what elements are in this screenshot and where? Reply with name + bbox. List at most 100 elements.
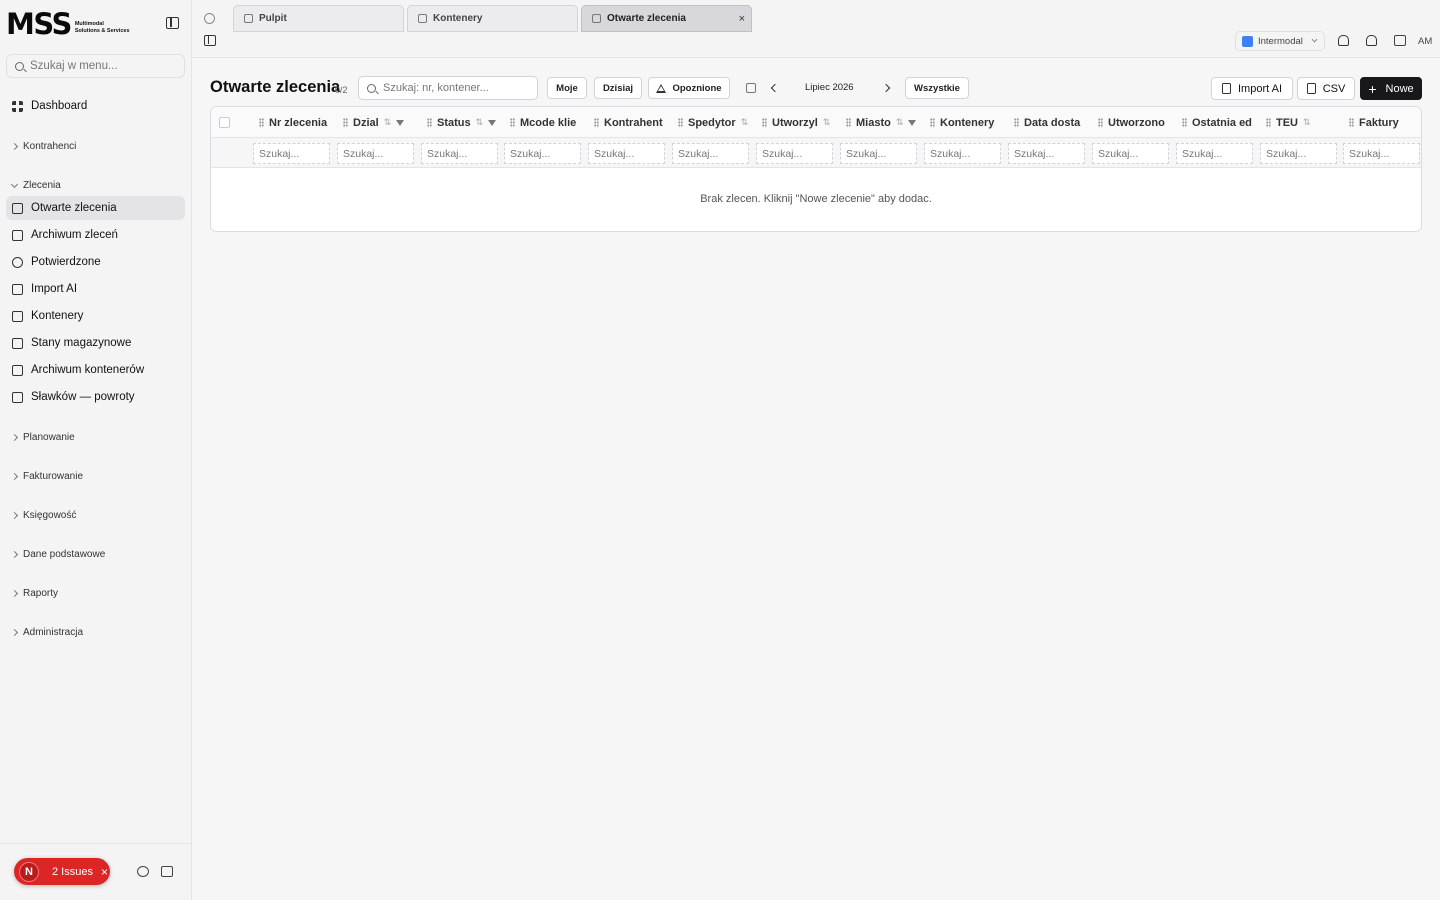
column-header[interactable]: Miasto ⇅: [842, 107, 920, 138]
filter-icon[interactable]: [396, 119, 405, 126]
tab-kontenery[interactable]: Kontenery: [407, 5, 578, 32]
notification-icon[interactable]: [1366, 35, 1377, 46]
calendar-icon[interactable]: [746, 83, 756, 93]
message-icon[interactable]: [1394, 35, 1406, 46]
sidebar-group-fakturowanie[interactable]: Fakturowanie: [10, 471, 83, 482]
column-filter-input[interactable]: Szukaj...: [1008, 143, 1085, 164]
column-header[interactable]: Kontenery: [926, 107, 1004, 138]
sidebar-group-ksiegowosc[interactable]: Księgowość: [10, 510, 76, 521]
column-filter-input[interactable]: Szukaj...: [1260, 143, 1337, 164]
drag-handle-icon[interactable]: [1349, 118, 1354, 127]
filter-dzisiaj-button[interactable]: Dzisiaj: [594, 77, 642, 99]
sidebar-item-stany-magazynowe[interactable]: Stany magazynowe: [6, 331, 185, 355]
column-header[interactable]: Faktury: [1345, 107, 1421, 138]
sidebar-item-potwierdzone[interactable]: Potwierdzone: [6, 250, 185, 274]
archive-icon: [12, 391, 23, 403]
drag-handle-icon[interactable]: [1014, 118, 1019, 127]
drag-handle-icon[interactable]: [510, 118, 515, 127]
sidebar-group-kontrahenci[interactable]: Kontrahenci: [10, 141, 76, 152]
history-icon[interactable]: [204, 13, 215, 24]
import-ai-button[interactable]: Import AI: [1211, 77, 1293, 100]
menu-search-input[interactable]: Szukaj w menu...: [6, 54, 185, 78]
filter-opoznione-button[interactable]: Opoznione: [648, 77, 730, 99]
filter-wszystkie-button[interactable]: Wszystkie: [905, 77, 969, 99]
column-header[interactable]: Kontrahent: [590, 107, 668, 138]
order-search-input[interactable]: Szukaj: nr, kontener...: [358, 76, 538, 100]
drag-handle-icon[interactable]: [762, 118, 767, 127]
column-filter-input[interactable]: Szukaj...: [588, 143, 665, 164]
sidebar-item-otwarte-zlecenia[interactable]: Otwarte zlecenia: [6, 196, 185, 220]
sidebar-group-dane-podstawowe[interactable]: Dane podstawowe: [10, 549, 105, 560]
issues-badge[interactable]: N 2 Issues ×: [14, 858, 110, 885]
sort-icon[interactable]: ⇅: [476, 117, 484, 128]
column-filter-input[interactable]: Szukaj...: [421, 143, 498, 164]
column-filter-input[interactable]: Szukaj...: [1176, 143, 1253, 164]
drag-handle-icon[interactable]: [678, 118, 683, 127]
sort-icon[interactable]: ⇅: [1303, 117, 1311, 128]
column-filter-input[interactable]: Szukaj...: [756, 143, 833, 164]
camera-icon[interactable]: [137, 866, 149, 877]
filter-icon[interactable]: [908, 119, 917, 126]
drag-handle-icon[interactable]: [259, 118, 264, 127]
sidebar-group-zlecenia[interactable]: Zlecenia: [10, 180, 61, 191]
drag-handle-icon[interactable]: [343, 118, 348, 127]
column-filter-input[interactable]: Szukaj...: [1343, 143, 1420, 164]
column-header[interactable]: TEU ⇅: [1262, 107, 1340, 138]
filter-icon[interactable]: [488, 119, 497, 126]
sort-icon[interactable]: ⇅: [823, 117, 831, 128]
sidebar-toggle-icon[interactable]: [166, 17, 179, 29]
sidebar-group-administracja[interactable]: Administracja: [10, 627, 83, 638]
prev-month-icon[interactable]: [770, 83, 780, 93]
csv-button[interactable]: CSV: [1297, 77, 1355, 100]
filter-moje-button[interactable]: Moje: [547, 77, 587, 99]
sidebar-item-import-ai[interactable]: Import AI: [6, 277, 185, 301]
sidebar-group-raporty[interactable]: Raporty: [10, 588, 58, 599]
drag-handle-icon[interactable]: [1266, 118, 1271, 127]
column-header[interactable]: Dzial ⇅: [339, 107, 417, 138]
column-header[interactable]: Ostatnia ed: [1178, 107, 1256, 138]
sort-icon[interactable]: ⇅: [741, 117, 749, 128]
next-month-icon[interactable]: [881, 83, 891, 93]
user-avatar[interactable]: AM: [1418, 36, 1432, 47]
tab-pulpit[interactable]: Pulpit: [233, 5, 404, 32]
drag-handle-icon[interactable]: [594, 118, 599, 127]
drag-handle-icon[interactable]: [846, 118, 851, 127]
column-filter-input[interactable]: Szukaj...: [1092, 143, 1169, 164]
close-icon[interactable]: ×: [101, 865, 108, 879]
drag-handle-icon[interactable]: [1098, 118, 1103, 127]
sort-icon[interactable]: ⇅: [896, 117, 904, 128]
column-filter-input[interactable]: Szukaj...: [924, 143, 1001, 164]
drag-handle-icon[interactable]: [1182, 118, 1187, 127]
select-all-checkbox[interactable]: [219, 117, 230, 128]
logout-icon[interactable]: [161, 866, 173, 877]
drag-handle-icon[interactable]: [930, 118, 935, 127]
sidebar-item-archiwum-kontenerow[interactable]: Archiwum kontenerów: [6, 358, 185, 382]
column-header[interactable]: Spedytor ⇅: [674, 107, 752, 138]
column-header[interactable]: Nr zlecenia: [255, 107, 333, 138]
sidebar-item-dashboard[interactable]: Dashboard: [6, 94, 185, 118]
column-header[interactable]: Status ⇅: [423, 107, 501, 138]
tab-otwarte-zlecenia[interactable]: Otwarte zlecenia ×: [581, 5, 752, 32]
column-filter-input[interactable]: Szukaj...: [504, 143, 581, 164]
sidebar-item-slawkow-powroty[interactable]: Sławków — powroty: [6, 385, 185, 409]
sidebar-group-planowanie[interactable]: Planowanie: [10, 432, 75, 443]
sidebar-item-archiwum-zlecen[interactable]: Archiwum zleceń: [6, 223, 185, 247]
new-order-button[interactable]: + Nowe: [1360, 77, 1422, 100]
sort-icon[interactable]: ⇅: [384, 117, 392, 128]
close-tab-icon[interactable]: ×: [739, 13, 745, 25]
drag-handle-icon[interactable]: [427, 118, 432, 127]
column-header[interactable]: Mcode klie: [506, 107, 584, 138]
sidebar: MSS Multimodal Solutions & Services Szuk…: [0, 0, 192, 900]
column-header[interactable]: Data dosta: [1010, 107, 1088, 138]
column-filter-input[interactable]: Szukaj...: [840, 143, 917, 164]
panel-toggle-icon[interactable]: [204, 35, 216, 46]
logo[interactable]: MSS Multimodal Solutions & Services: [6, 9, 130, 38]
sidebar-item-kontenery[interactable]: Kontenery: [6, 304, 185, 328]
column-filter-input[interactable]: Szukaj...: [337, 143, 414, 164]
bell-icon[interactable]: [1338, 35, 1349, 46]
column-header[interactable]: Utworzyl ⇅: [758, 107, 836, 138]
company-selector[interactable]: Intermodal: [1235, 31, 1325, 51]
column-header[interactable]: Utworzono: [1094, 107, 1172, 138]
column-filter-input[interactable]: Szukaj...: [672, 143, 749, 164]
column-filter-input[interactable]: Szukaj...: [253, 143, 330, 164]
